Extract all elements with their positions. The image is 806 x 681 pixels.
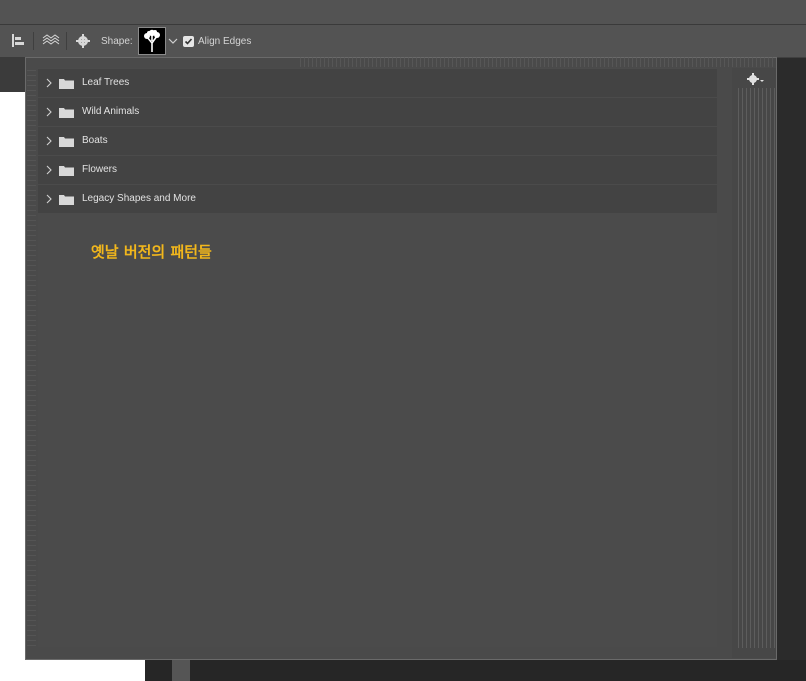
folder-label: Legacy Shapes and More (82, 193, 196, 204)
folder-icon (59, 195, 74, 205)
panel-left-edge (27, 70, 36, 650)
folder-label: Boats (82, 135, 108, 146)
chevron-right-icon[interactable] (45, 77, 53, 89)
folder-label: Leaf Trees (82, 77, 130, 88)
workspace-bottom (145, 660, 806, 681)
chevron-right-icon[interactable] (45, 135, 53, 147)
panel-top-edge (300, 57, 776, 67)
chevron-right-icon[interactable] (45, 106, 53, 118)
folder-icon (59, 79, 74, 89)
folder-row-boats[interactable]: Boats (38, 127, 717, 155)
gear-icon[interactable] (75, 25, 91, 57)
checkbox-icon (183, 35, 194, 47)
shape-label: Shape: (101, 35, 133, 47)
panel-gear-icon[interactable] (742, 70, 770, 88)
folder-row-legacy-shapes[interactable]: Legacy Shapes and More (38, 185, 717, 213)
folder-row-leaf-trees[interactable]: Leaf Trees (38, 69, 717, 97)
chevron-down-icon[interactable] (168, 33, 178, 49)
menu-strip (0, 0, 806, 25)
panel-scrollbar[interactable] (738, 88, 776, 648)
align-edges-checkbox[interactable] (183, 25, 194, 57)
folder-row-wild-animals[interactable]: Wild Animals (38, 98, 717, 126)
annotation-text: 옛날 버전의 패턴들 (91, 243, 212, 261)
folder-label: Wild Animals (82, 106, 140, 117)
folder-icon (59, 137, 74, 147)
path-arrangement-icon[interactable] (40, 25, 60, 57)
shape-folder-list: Leaf Trees Wild Animals Boats Flowers Le… (38, 69, 717, 214)
align-edges-label: Align Edges (198, 35, 252, 47)
chevron-right-icon[interactable] (45, 164, 53, 176)
options-bar: Shape: Align Edges (0, 25, 806, 58)
folder-icon (59, 166, 74, 176)
workspace-divider (172, 660, 190, 681)
folder-row-flowers[interactable]: Flowers (38, 156, 717, 184)
folder-label: Flowers (82, 164, 118, 175)
chevron-right-icon[interactable] (45, 193, 53, 205)
folder-icon (59, 108, 74, 118)
shape-picker-thumbnail[interactable] (138, 27, 166, 55)
path-alignment-icon[interactable] (10, 25, 28, 57)
tree-shape-icon (144, 29, 160, 52)
